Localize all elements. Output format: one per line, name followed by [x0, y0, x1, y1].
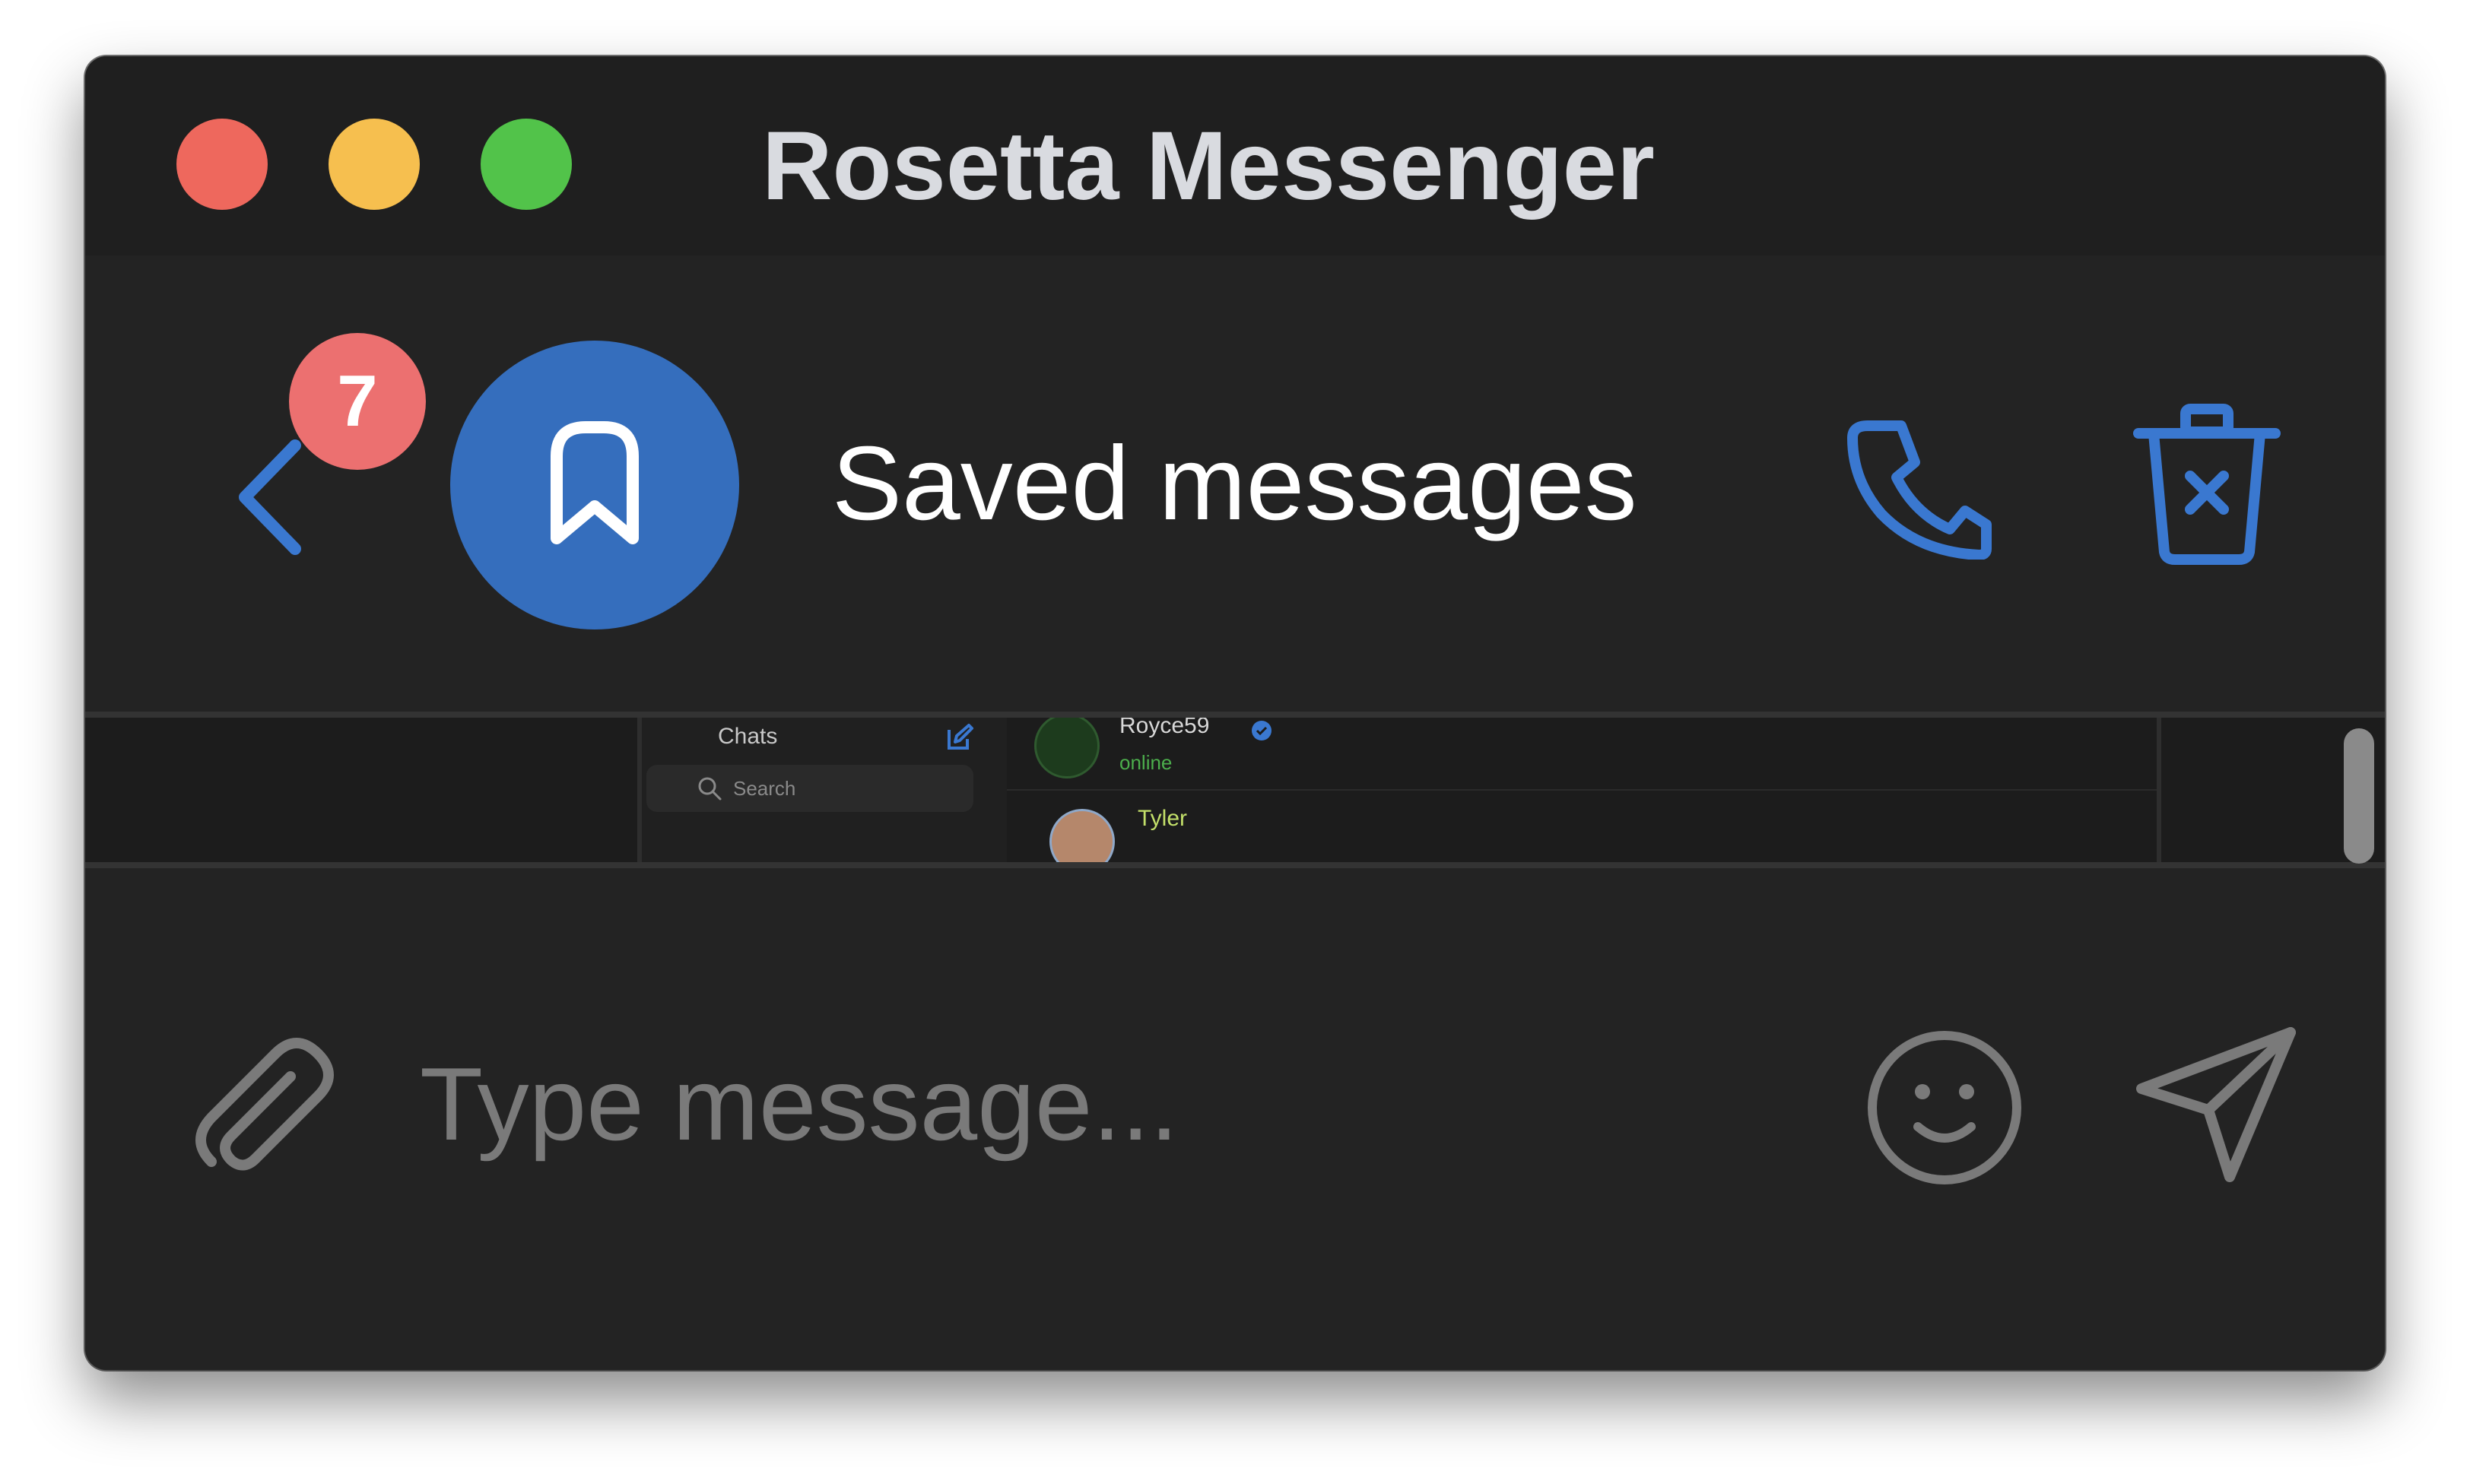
compose-icon — [948, 724, 973, 750]
preview-chat-list: Royce59 online Tyler — [1007, 718, 2161, 874]
unread-count-badge: 7 — [289, 333, 426, 470]
send-icon — [2136, 1027, 2296, 1182]
attach-button[interactable] — [176, 1020, 344, 1188]
scrollbar[interactable] — [2344, 728, 2374, 864]
preview-search-placeholder: Search — [733, 777, 796, 800]
title-bar: Rosetta Messenger — [85, 56, 2385, 255]
preview-chats-label: Chats — [718, 724, 778, 749]
message-input[interactable] — [420, 1043, 1865, 1165]
bookmark-icon — [551, 421, 639, 544]
paperclip-icon — [195, 1038, 334, 1171]
verified-badge-icon — [1252, 721, 1272, 740]
smiley-icon — [1868, 1031, 2021, 1184]
maximize-window-button[interactable] — [481, 119, 572, 210]
preview-search-field: Search — [646, 765, 973, 812]
call-button[interactable] — [1842, 407, 1994, 560]
preview-chat-name: Tyler — [1138, 806, 1188, 831]
preview-chat-name: Royce59 — [1119, 718, 1210, 738]
minimize-window-button[interactable] — [329, 119, 420, 210]
preview-divider — [85, 862, 2385, 868]
preview-chat-status: online — [1119, 751, 1173, 774]
list-divider — [1007, 789, 2157, 791]
message-composer — [85, 868, 2385, 1370]
phone-icon — [1847, 420, 1992, 560]
search-icon — [698, 777, 722, 801]
avatar — [1034, 718, 1100, 778]
header-divider — [85, 712, 2385, 718]
emoji-button[interactable] — [1865, 1028, 2024, 1188]
send-button[interactable] — [2131, 1020, 2306, 1188]
delete-chat-button[interactable] — [2131, 400, 2283, 567]
chat-title: Saved messages — [832, 425, 1637, 542]
app-window: Rosetta Messenger 7 Saved messages Chats… — [85, 56, 2385, 1370]
chat-avatar[interactable] — [450, 341, 739, 629]
chat-header: 7 Saved messages — [85, 255, 2385, 712]
trash-x-icon — [2133, 404, 2281, 565]
app-title: Rosetta Messenger — [762, 112, 1655, 220]
preview-chats-sidebar: Chats Search — [637, 718, 1010, 870]
close-window-button[interactable] — [176, 119, 268, 210]
